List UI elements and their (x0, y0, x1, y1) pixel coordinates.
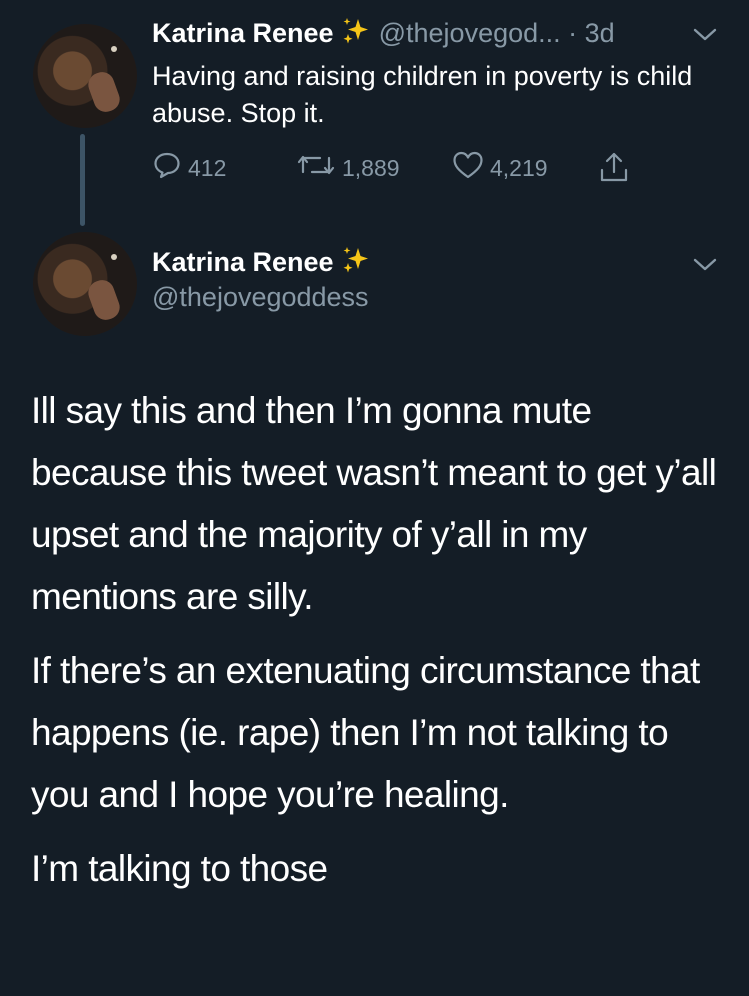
avatar[interactable] (33, 232, 137, 336)
tweet-paragraph: Ill say this and then I’m gonna mute bec… (31, 390, 717, 617)
timestamp[interactable]: · 3d (568, 18, 615, 48)
thread-line (80, 134, 85, 226)
user-handle[interactable]: @thejovegoddess (152, 282, 369, 313)
like-count: 4,219 (490, 154, 548, 181)
retweet-icon (296, 150, 336, 186)
share-icon (598, 150, 630, 190)
sparkles-emoji (341, 16, 371, 53)
user-handle[interactable]: @thejovegod... (379, 18, 561, 48)
reply-count: 412 (188, 154, 227, 181)
tweet-header: Katrina Renee @thejovegod... · 3d (152, 16, 712, 56)
sparkles-emoji (341, 245, 371, 282)
tweet-text: Having and raising children in poverty i… (152, 61, 693, 128)
tweet-paragraph: If there’s an extenuating circumstance t… (31, 650, 700, 815)
reply-button[interactable]: 412 (152, 150, 226, 186)
like-icon (452, 150, 484, 186)
chevron-down-icon[interactable] (692, 26, 718, 49)
display-name[interactable]: Katrina Renee (152, 247, 334, 277)
tweet-paragraph: I’m talking to those (31, 848, 328, 889)
retweet-button[interactable]: 1,889 (296, 150, 400, 186)
reply-icon (152, 150, 182, 186)
tweet-text: Ill say this and then I’m gonna mute bec… (31, 380, 721, 912)
tweet-author: Katrina Renee (152, 245, 371, 282)
avatar[interactable] (33, 24, 137, 128)
tweet-actions: 412 1,889 4,219 (152, 150, 652, 190)
like-button[interactable]: 4,219 (452, 150, 548, 186)
share-button[interactable] (598, 150, 630, 190)
retweet-count: 1,889 (342, 154, 400, 181)
display-name[interactable]: Katrina Renee (152, 18, 334, 48)
chevron-down-icon[interactable] (692, 256, 718, 279)
